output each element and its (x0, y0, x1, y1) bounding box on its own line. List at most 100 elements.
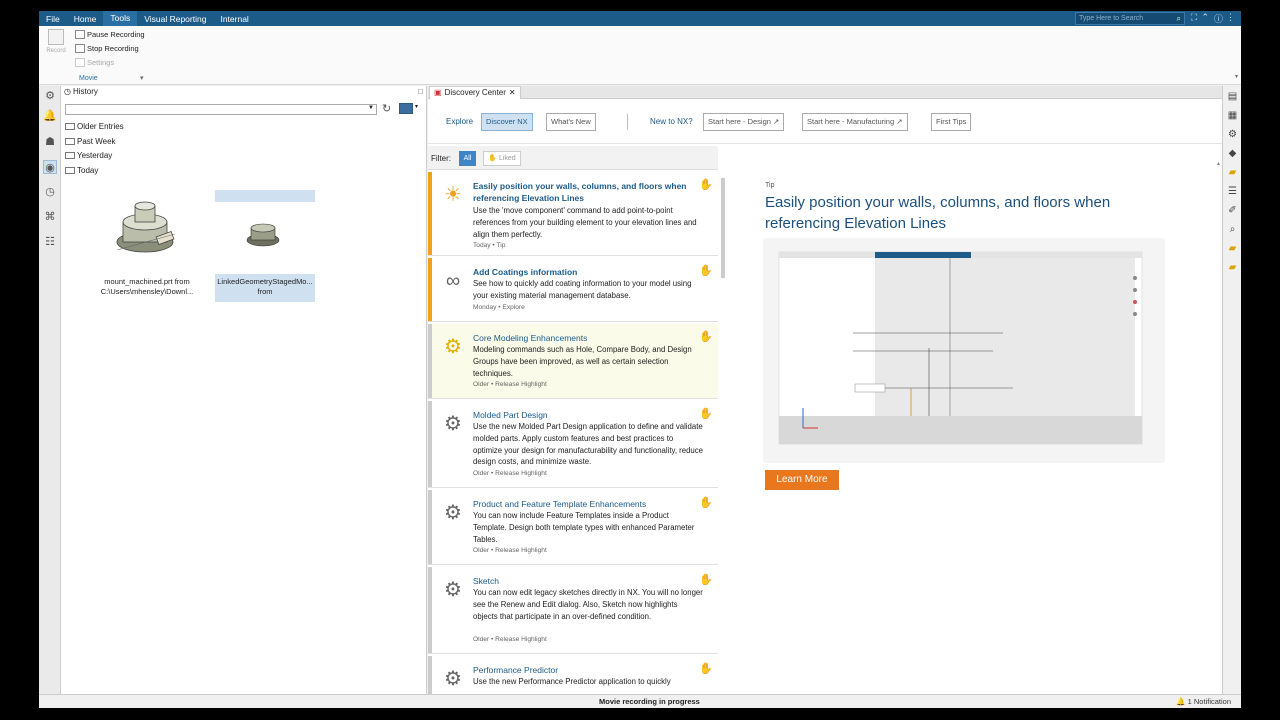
clock-icon: ◷ (64, 87, 71, 96)
pin-icon[interactable]: □ (418, 87, 423, 96)
magnifier-icon[interactable]: ⌕ (1226, 223, 1239, 236)
thumbs-up-icon[interactable]: ✋ (699, 573, 713, 586)
close-icon[interactable]: ✕ (509, 87, 516, 99)
history-item-linked-geometry[interactable]: LinkedGeometryStagedMo... from (215, 190, 315, 302)
view-mode-icon[interactable] (399, 103, 413, 114)
open-folder-icon[interactable]: ▰ (1226, 242, 1239, 255)
card-meta: Monday • Explore (473, 304, 525, 311)
roles-icon[interactable]: ☷ (43, 235, 57, 249)
gears-icon: ⚙ (444, 579, 462, 601)
help-icon[interactable]: ⓘ (1214, 12, 1223, 25)
card-title[interactable]: Add Coatings information (473, 266, 693, 278)
search-icon[interactable]: ⌕ (1177, 13, 1181, 24)
history-item-mount-machined[interactable]: mount_machined.prt from C:\Users\mhensle… (97, 190, 197, 302)
feed-card[interactable]: ⚙ Core Modeling Enhancements Modeling co… (428, 324, 718, 399)
history-group-past-week[interactable]: Past Week (65, 137, 116, 146)
discovery-toolbar: Explore Discover NX What's New New to NX… (428, 99, 1222, 144)
assembly-navigator-icon[interactable]: ☗ (43, 135, 57, 149)
tab-strip: ▣ Discovery Center ✕ (428, 86, 1222, 99)
folder-icon (65, 152, 75, 159)
gear-icon[interactable]: ⚙ (43, 89, 57, 103)
history-group-older[interactable]: Older Entries (65, 122, 124, 131)
start-here-design-button[interactable]: Start here - Design ↗ (703, 113, 785, 131)
history-filter-dropdown[interactable]: ▼ (65, 104, 377, 115)
settings-button[interactable]: Settings (75, 58, 114, 67)
gears-icon: ⚙ (444, 336, 462, 358)
feed-card[interactable]: ∞ Add Coatings information See how to qu… (428, 258, 718, 322)
part-navigator-icon[interactable]: ▤ (1226, 90, 1239, 103)
history-icon[interactable]: ◷ (43, 185, 57, 199)
menu-tools[interactable]: Tools (103, 11, 138, 26)
status-message: Movie recording in progress (599, 697, 700, 706)
fullscreen-icon[interactable]: ⛶ (1191, 12, 1197, 23)
scroll-up-icon[interactable]: ▴ (1217, 160, 1220, 167)
feed-scrollbar[interactable] (721, 178, 725, 278)
assembly-icon[interactable]: ▦ (1226, 109, 1239, 122)
menu-file[interactable]: File (39, 14, 67, 24)
discovery-icon[interactable]: ◉ (43, 160, 57, 174)
start-here-manufacturing-button[interactable]: Start here - Manufacturing ↗ (802, 113, 908, 131)
ribbon-collapse-icon[interactable]: ▾ (1235, 73, 1238, 80)
refresh-icon[interactable]: ↻ (382, 102, 391, 115)
card-accent-bar (428, 656, 432, 694)
whats-new-button[interactable]: What's New (546, 113, 596, 131)
history-group-label: Older Entries (77, 122, 124, 131)
feed-card[interactable]: ⚙ Performance Predictor Use the new Perf… (428, 656, 718, 694)
learn-more-button[interactable]: Learn More (765, 470, 839, 490)
card-accent-bar (428, 401, 432, 487)
thumbs-up-icon[interactable]: ✋ (699, 330, 713, 343)
card-title[interactable]: Performance Predictor (473, 664, 693, 676)
stop-recording-button[interactable]: Stop Recording (75, 44, 139, 53)
first-tips-button[interactable]: First Tips (931, 113, 972, 131)
card-description: Use the new Molded Part Design applicati… (473, 422, 703, 467)
record-button[interactable]: Record (45, 29, 67, 61)
group-dropdown-icon[interactable]: ▾ (140, 74, 144, 82)
card-title[interactable]: Molded Part Design (473, 409, 693, 421)
gears-icon: ⚙ (444, 502, 462, 524)
reuse-icon[interactable]: ◆ (1226, 147, 1239, 160)
folder-icon (65, 138, 75, 145)
thumbs-up-icon[interactable]: ✋ (699, 407, 713, 420)
thumbs-up-icon[interactable]: ✋ (699, 496, 713, 509)
menu-internal[interactable]: Internal (213, 14, 255, 24)
history-icon[interactable]: ✐ (1226, 204, 1239, 217)
feed-card[interactable]: ⚙ Sketch You can now edit legacy sketche… (428, 567, 718, 654)
thumbs-up-icon[interactable]: ✋ (699, 264, 713, 277)
card-title[interactable]: Easily position your walls, columns, and… (473, 180, 693, 204)
card-title[interactable]: Product and Feature Template Enhancement… (473, 498, 693, 510)
resource-bar-left: ⚙ 🔔 ☗ ◉ ◷ ⌘ ☷ (39, 86, 61, 694)
folder-add-icon[interactable]: ▰ (1226, 261, 1239, 274)
toolbar-divider (627, 114, 628, 130)
filter-liked-label: Liked (498, 155, 516, 162)
constraint-icon[interactable]: ⚙ (1226, 128, 1239, 141)
menu-home[interactable]: Home (67, 14, 104, 24)
card-title[interactable]: Core Modeling Enhancements (473, 332, 693, 344)
filter-liked-button[interactable]: ✋ Liked (483, 151, 521, 166)
menu-visual-reporting[interactable]: Visual Reporting (137, 14, 213, 24)
detail-title: Easily position your walls, columns, and… (765, 194, 1111, 232)
filter-all-button[interactable]: All (459, 151, 476, 166)
document-icon[interactable]: ☰ (1226, 185, 1239, 198)
bell-icon[interactable]: 🔔 (43, 109, 57, 123)
thumbs-up-icon[interactable]: ✋ (699, 178, 713, 191)
history-group-today[interactable]: Today (65, 166, 98, 175)
notifications-button[interactable]: 🔔 1 Notification (1176, 697, 1231, 706)
reuse-library-icon[interactable]: ⌘ (43, 210, 57, 224)
external-link-icon: ↗ (896, 117, 903, 126)
history-panel: ◷ History □ ▼ ↻ ▾ Older Entries Past Wee… (61, 86, 427, 694)
history-group-yesterday[interactable]: Yesterday (65, 151, 112, 160)
feed-card[interactable]: ⚙ Molded Part Design Use the new Molded … (428, 401, 718, 488)
discover-nx-button[interactable]: Discover NX (481, 113, 533, 131)
view-mode-dropdown-icon[interactable]: ▾ (415, 103, 418, 110)
thumbs-up-icon[interactable]: ✋ (699, 662, 713, 675)
more-icon[interactable]: ⋮ (1226, 12, 1235, 23)
tip-preview-image[interactable] (763, 238, 1165, 463)
card-title[interactable]: Sketch (473, 575, 693, 587)
pause-recording-button[interactable]: Pause Recording (75, 30, 145, 39)
feed-card[interactable]: ⚙ Product and Feature Template Enhanceme… (428, 490, 718, 565)
command-search-input[interactable]: Type Here to Search ⌕ (1075, 12, 1185, 25)
folder-icon[interactable]: ▰ (1226, 166, 1239, 179)
tab-discovery-center[interactable]: ▣ Discovery Center ✕ (429, 86, 521, 99)
feed-card[interactable]: ☀ Easily position your walls, columns, a… (428, 172, 718, 256)
chevron-up-icon[interactable]: ⌃ (1201, 12, 1209, 23)
